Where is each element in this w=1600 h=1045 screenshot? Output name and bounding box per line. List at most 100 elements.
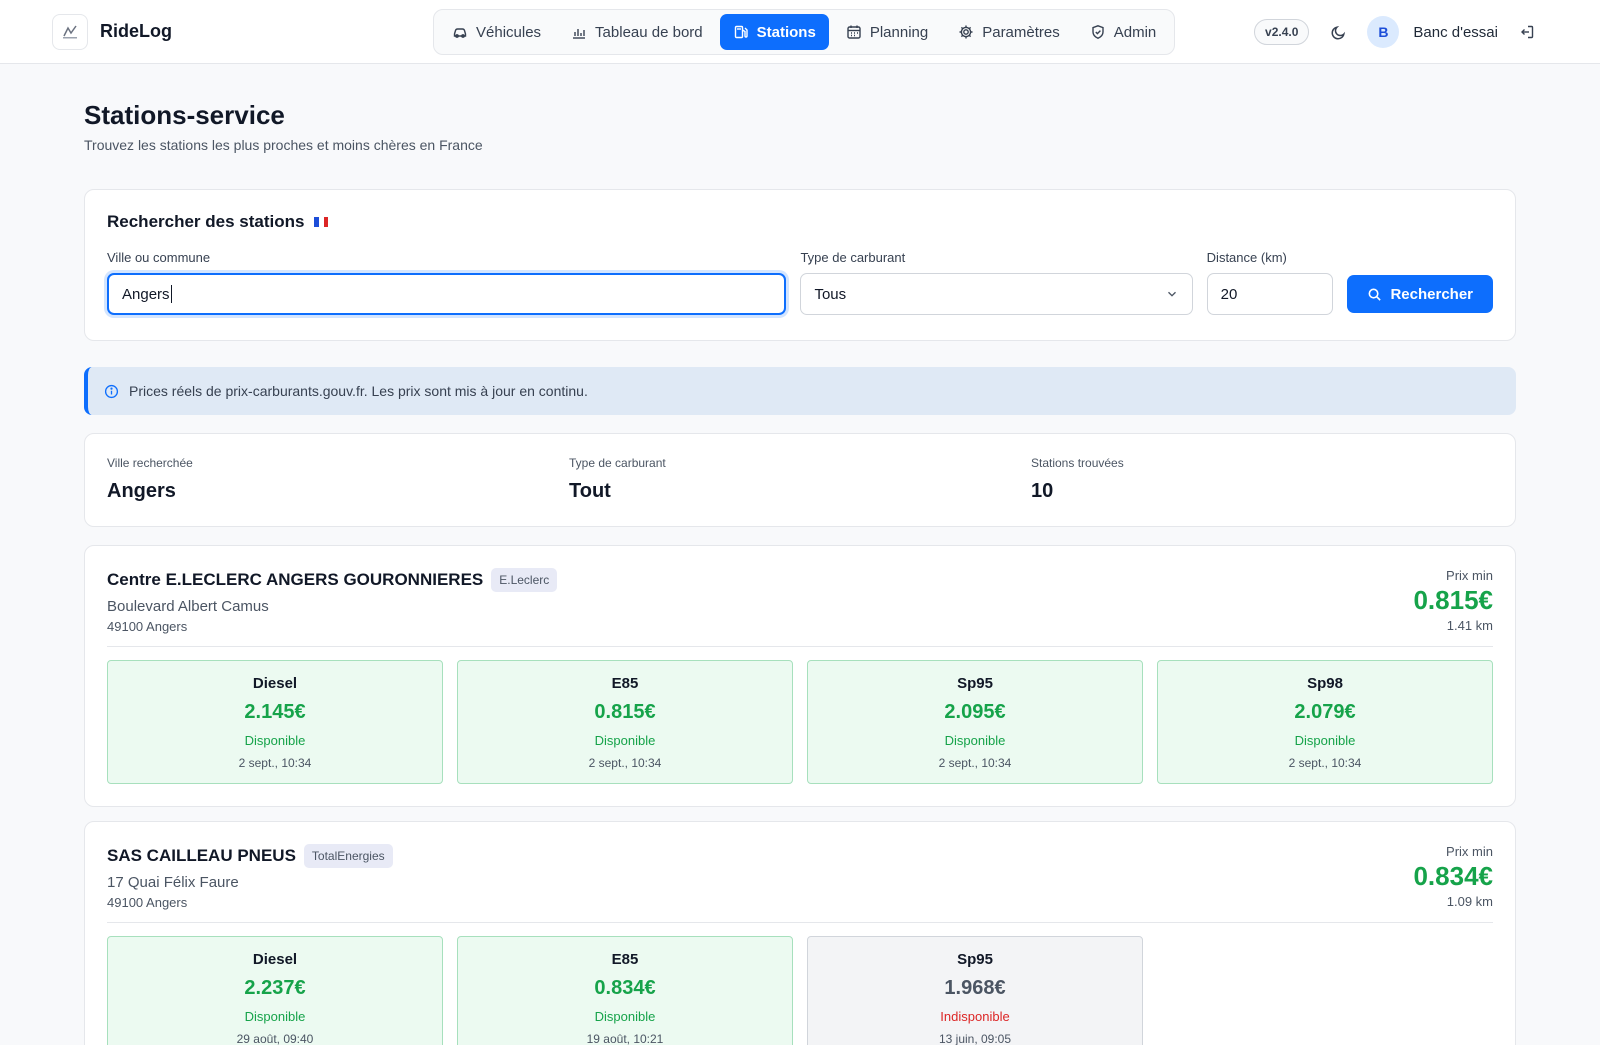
user-name[interactable]: Banc d'essai: [1413, 24, 1498, 41]
fuel-updated-date: 2 sept., 10:34: [938, 756, 1012, 770]
distance-label: Distance (km): [1206, 250, 1287, 265]
city-input[interactable]: Angers: [107, 273, 787, 315]
distance-input[interactable]: 20: [1206, 273, 1334, 315]
avatar[interactable]: B: [1367, 16, 1400, 48]
gear-icon: [959, 25, 973, 39]
nav-label: Paramètres: [982, 23, 1060, 41]
moon-icon: [1331, 25, 1345, 39]
fuel-type-label: Type de carburant: [800, 250, 906, 265]
fuel-status: Indisponible: [940, 1009, 1010, 1024]
nav-item-stations[interactable]: Stations: [719, 14, 829, 50]
brand[interactable]: RideLog: [52, 13, 172, 50]
summary-city: Ville recherchée Angers: [107, 456, 569, 504]
station-city: 49100 Angers: [107, 895, 188, 910]
fuel-price-box: E85 0.834€ Disponible 19 août, 10:21: [457, 936, 793, 1045]
fuel-status: Disponible: [944, 733, 1006, 748]
station-name: SAS CAILLEAU PNEUS: [107, 846, 296, 865]
search-icon: [1369, 288, 1382, 301]
summary-fuel-label: Type de carburant: [569, 456, 666, 470]
fuel-price: 2.237€: [244, 977, 306, 999]
calendar-icon: [847, 25, 861, 39]
fuel-pump-icon: [734, 25, 748, 39]
fuel-type-select[interactable]: Tous: [800, 273, 1193, 315]
city-input-value: Angers: [122, 285, 170, 303]
city-field-group: Ville ou commune Angers: [107, 250, 787, 315]
search-title-text: Rechercher des stations: [107, 212, 305, 231]
fuel-price: 0.834€: [594, 977, 656, 999]
station-info: Centre E.LECLERC ANGERS GOURONNIERES E.L…: [107, 568, 558, 634]
fuel-price: 2.095€: [944, 701, 1006, 723]
station-info: SAS CAILLEAU PNEUS TotalEnergies 17 Quai…: [107, 844, 393, 910]
fuel-name: E85: [611, 675, 639, 692]
fuel-status: Disponible: [244, 733, 306, 748]
station-brand-badge: E.Leclerc: [491, 568, 558, 592]
search-card: Rechercher des stations Ville ou commune…: [84, 189, 1516, 341]
fuel-price: 2.145€: [244, 701, 306, 723]
nav-item-parametres[interactable]: Paramètres: [945, 14, 1073, 50]
fuel-price-box: Sp95 1.968€ Indisponible 13 juin, 09:05: [807, 936, 1143, 1045]
bar-chart-icon: [573, 29, 586, 39]
fuel-name: Diesel: [252, 951, 298, 968]
fuel-updated-date: 2 sept., 10:34: [238, 756, 312, 770]
fuel-price-box: Sp98 2.079€ Disponible 2 sept., 10:34: [1157, 660, 1493, 784]
fuel-price-box: Diesel 2.145€ Disponible 2 sept., 10:34: [107, 660, 443, 784]
nav-item-vehicules[interactable]: Véhicules: [439, 14, 554, 50]
fuel-type-field-group: Type de carburant Tous: [800, 250, 1193, 315]
station-name: Centre E.LECLERC ANGERS GOURONNIERES: [107, 570, 484, 589]
text-caret: [170, 285, 172, 303]
fuel-status: Disponible: [1294, 733, 1356, 748]
min-price-value: 0.815€: [1413, 585, 1493, 615]
logout-button[interactable]: [1512, 17, 1542, 47]
search-button[interactable]: Rechercher: [1347, 275, 1493, 313]
station-min-price: Prix min 0.834€ 1.09 km: [1413, 844, 1493, 910]
summary-city-label: Ville recherchée: [107, 456, 193, 470]
city-label: Ville ou commune: [107, 250, 211, 265]
summary-count-value: 10: [1031, 480, 1054, 502]
summary-fuel: Type de carburant Tout: [569, 456, 1031, 504]
fuel-price-grid: Diesel 2.145€ Disponible 2 sept., 10:34 …: [107, 660, 1493, 784]
car-icon: [453, 28, 467, 38]
top-navbar: RideLog Véhicules Tableau de bord Statio…: [0, 0, 1600, 64]
station-header: SAS CAILLEAU PNEUS TotalEnergies 17 Quai…: [107, 844, 1493, 923]
nav-item-planning[interactable]: Planning: [833, 14, 941, 50]
nav-label: Stations: [756, 23, 816, 41]
distance-field-group: Distance (km) 20: [1206, 250, 1334, 315]
nav-item-admin[interactable]: Admin: [1077, 14, 1170, 50]
nav-label: Tableau de bord: [595, 23, 703, 41]
summary-city-value: Angers: [107, 480, 176, 502]
shield-icon: [1092, 25, 1104, 40]
page-title: Stations-service: [84, 100, 285, 130]
summary-fuel-value: Tout: [569, 480, 611, 502]
header-tools: v2.4.0 B Banc d'essai: [1254, 16, 1542, 48]
app-logo-icon: [52, 13, 88, 50]
fuel-updated-date: 2 sept., 10:34: [588, 756, 662, 770]
station-card[interactable]: Centre E.LECLERC ANGERS GOURONNIERES E.L…: [84, 545, 1516, 807]
main-content: Stations-service Trouvez les stations le…: [0, 64, 1600, 1045]
search-summary: Ville recherchée Angers Type de carburan…: [84, 433, 1516, 527]
station-card[interactable]: SAS CAILLEAU PNEUS TotalEnergies 17 Quai…: [84, 821, 1516, 1045]
dark-mode-toggle[interactable]: [1323, 17, 1353, 47]
fuel-price-grid: Diesel 2.237€ Disponible 29 août, 09:40 …: [107, 936, 1493, 1045]
fuel-updated-date: 13 juin, 09:05: [938, 1032, 1012, 1045]
fuel-price-box: Diesel 2.237€ Disponible 29 août, 09:40: [107, 936, 443, 1045]
fuel-status: Disponible: [244, 1009, 306, 1024]
fuel-name: E85: [611, 951, 639, 968]
search-title: Rechercher des stations: [107, 212, 1493, 232]
logout-icon: [1521, 25, 1534, 39]
search-button-label: Rechercher: [1390, 285, 1473, 303]
distance-input-value: 20: [1220, 285, 1238, 303]
nav-label: Véhicules: [476, 23, 542, 41]
min-price-value: 0.834€: [1413, 861, 1493, 891]
fuel-name: Diesel: [252, 675, 298, 692]
version-badge: v2.4.0: [1254, 19, 1310, 45]
nav-label: Planning: [869, 23, 929, 41]
fuel-status: Disponible: [594, 1009, 656, 1024]
app-name: RideLog: [100, 21, 172, 41]
fuel-updated-date: 2 sept., 10:34: [1288, 756, 1362, 770]
station-name-row: SAS CAILLEAU PNEUS TotalEnergies: [107, 844, 393, 868]
nav-label: Admin: [1113, 23, 1157, 41]
fuel-price: 2.079€: [1294, 701, 1356, 723]
station-header: Centre E.LECLERC ANGERS GOURONNIERES E.L…: [107, 568, 1493, 647]
nav-item-tableau-de-bord[interactable]: Tableau de bord: [558, 14, 716, 50]
main-nav: Véhicules Tableau de bord Stations Plann…: [433, 9, 1176, 55]
